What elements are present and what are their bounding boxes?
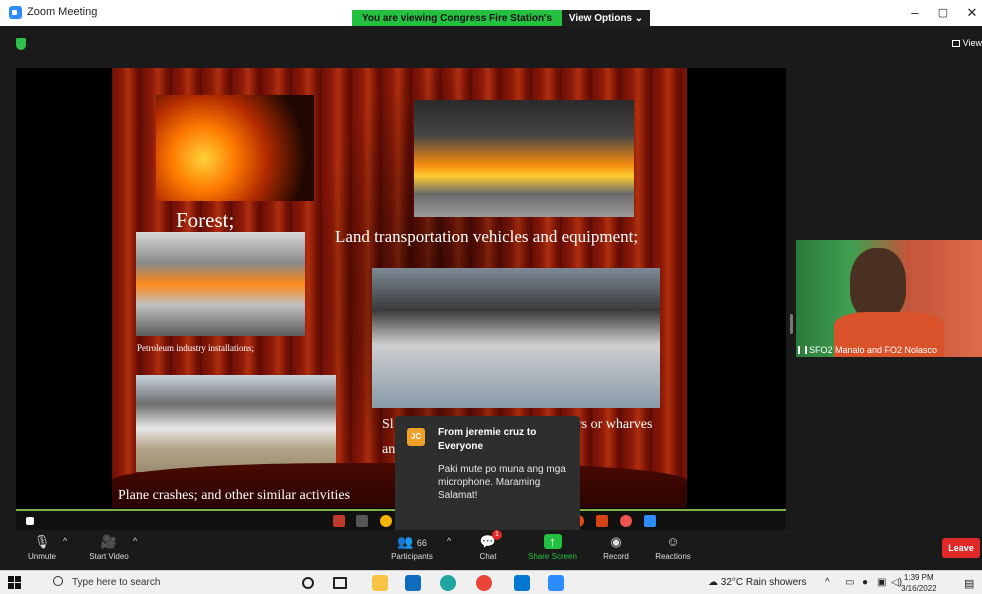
zoom-app-icon [9, 6, 22, 19]
app-icon [333, 515, 345, 527]
powerpoint-icon [596, 515, 608, 527]
start-video-button[interactable]: 🎥 Start Video [84, 534, 134, 561]
task-view-icon[interactable] [333, 577, 347, 589]
search-icon [53, 576, 63, 586]
participant-name-text: SFO2 Manalo and FO2 Nolasco [809, 345, 938, 355]
clock-date: 3/16/2022 [901, 584, 937, 593]
windows-taskbar: Type here to search ☁ 32°C Rain showers … [0, 570, 982, 594]
reactions-label: Reactions [655, 552, 691, 561]
microphone-tray-icon[interactable]: ● [862, 577, 868, 588]
weather-icon: ☁ [708, 577, 721, 588]
participant-count: 66 [416, 538, 427, 548]
chrome-icon[interactable] [476, 575, 492, 591]
record-label: Record [603, 552, 629, 561]
start-video-label: Start Video [89, 552, 129, 561]
participants-label: Participants [391, 552, 433, 561]
minimize-button[interactable]: – [905, 5, 925, 21]
windows-search-box[interactable]: Type here to search [45, 574, 285, 592]
share-screen-icon: ↑ [543, 534, 562, 549]
tanker-fire-image [136, 232, 305, 336]
chat-unread-badge: 1 [492, 530, 502, 540]
start-icon [26, 517, 34, 525]
weather-text: 32°C Rain showers [720, 577, 807, 588]
grid-icon [951, 40, 960, 47]
chat-label: Chat [479, 552, 497, 561]
share-screen-label: Share Screen [528, 552, 577, 561]
slide-text-ships-partial: Sl [382, 417, 394, 432]
slide-text-ships-tail: rs or wharves [577, 417, 653, 432]
slide-text-land: Land transportation vehicles and equipme… [335, 227, 639, 246]
store-icon[interactable] [514, 575, 530, 591]
ship-fire-image [372, 268, 660, 408]
car-fire-image [414, 100, 634, 217]
close-button[interactable]: ✕ [962, 5, 982, 21]
participant-face [850, 248, 906, 320]
tray-overflow-chevron-icon[interactable]: ^ [825, 577, 830, 588]
chrome-icon [380, 515, 392, 527]
edge-icon[interactable] [440, 575, 456, 591]
audio-options-chevron-icon[interactable]: ^ [63, 536, 67, 546]
network-icon[interactable]: ▣ [877, 577, 886, 588]
record-icon: ◉ [610, 534, 622, 549]
windows-start-icon[interactable] [8, 576, 22, 590]
cortana-icon[interactable] [302, 577, 314, 589]
reactions-button[interactable]: ☺ Reactions [653, 534, 693, 561]
zoom-taskbar-icon[interactable] [548, 575, 564, 591]
file-explorer-icon[interactable] [372, 575, 388, 591]
panel-resize-handle[interactable] [790, 314, 793, 334]
slide-text-forest: Forest; [176, 208, 235, 232]
forest-fire-image [156, 95, 314, 201]
participant-video[interactable]: SFO2 Manalo and FO2 Nolasco [796, 240, 982, 357]
search-placeholder: Type here to search [72, 577, 161, 588]
sender-avatar: JC [407, 428, 425, 446]
video-options-chevron-icon[interactable]: ^ [133, 536, 137, 546]
muted-microphone-icon: 🎙 [33, 534, 51, 549]
restore-button[interactable]: ▢ [933, 5, 953, 21]
view-button[interactable]: View [951, 38, 982, 48]
app-icon [356, 515, 368, 527]
leave-button[interactable]: Leave [942, 538, 980, 558]
participants-icon: 👥 66 [397, 534, 427, 549]
title-bar: Zoom Meeting You are viewing Congress Fi… [0, 0, 982, 42]
meeting-toolbar: 🎙 Unmute ^ 🎥 Start Video ^ 👥 66 Particip… [0, 530, 982, 570]
battery-icon[interactable]: ▭ [845, 577, 854, 588]
system-clock[interactable]: 1:39 PM 3/16/2022 [901, 572, 937, 594]
weather-widget[interactable]: ☁ 32°C Rain showers [708, 577, 806, 588]
chat-message: Paki mute po muna ang mga microphone. Ma… [438, 464, 566, 501]
signal-bars-icon [798, 346, 807, 354]
chat-notification[interactable]: JC From jeremie cruz to Everyone Paki mu… [395, 416, 580, 543]
shield-icon[interactable] [16, 38, 26, 50]
participant-name: SFO2 Manalo and FO2 Nolasco [798, 345, 937, 355]
participants-options-chevron-icon[interactable]: ^ [447, 536, 451, 546]
record-button[interactable]: ◉ Record [600, 534, 632, 561]
notifications-icon[interactable]: ▤ [964, 577, 974, 590]
meeting-area: View Forest; Land transportation vehicle… [0, 26, 982, 543]
video-off-icon: 🎥 [100, 534, 118, 549]
window-title: Zoom Meeting [27, 6, 98, 18]
mail-icon[interactable] [405, 575, 421, 591]
share-screen-button[interactable]: ↑ Share Screen [525, 534, 580, 561]
view-button-label: View [962, 38, 982, 48]
participants-button[interactable]: 👥 66 Participants [386, 534, 438, 561]
plane-fire-image [136, 375, 336, 472]
unmute-button[interactable]: 🎙 Unmute [24, 534, 60, 561]
zoom-icon [644, 515, 656, 527]
chat-sender: From jeremie cruz to Everyone [438, 427, 537, 452]
app-icon [620, 515, 632, 527]
unmute-label: Unmute [27, 552, 56, 561]
slide-text-plane: Plane crashes; and other similar activit… [118, 488, 351, 503]
clock-time: 1:39 PM [903, 573, 934, 582]
reactions-icon: ☺ [666, 534, 680, 549]
slide-text-petroleum: Petroleum industry installations; [137, 343, 254, 353]
slide-text-and-partial: an [382, 442, 396, 457]
